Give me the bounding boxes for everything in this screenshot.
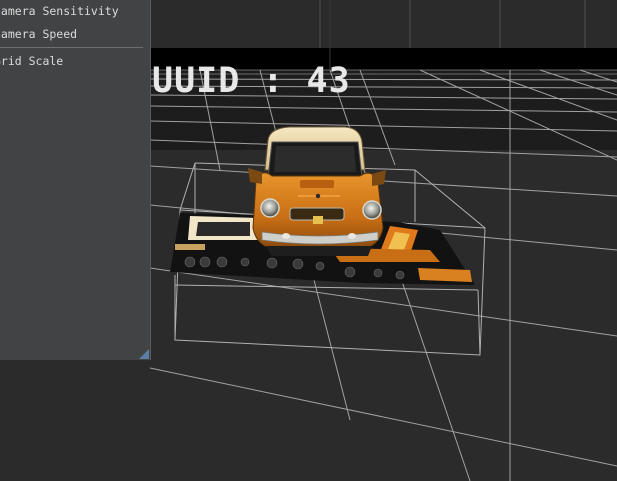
resize-grip-icon[interactable] [139,349,149,359]
uuid-label: UUID : 43 [152,61,351,101]
camera-speed-item[interactable]: Camera Speed [0,27,77,41]
camera-sensitivity-item[interactable]: Camera Sensitivity [0,4,119,18]
grid-scale-item[interactable]: Grid Scale [0,54,63,68]
3d-viewport[interactable]: UUID : 43 Camera Sensitivity Camera Spee… [0,0,617,481]
settings-panel[interactable]: Camera Sensitivity Camera Speed Grid Sca… [0,0,151,360]
panel-separator [0,47,143,48]
